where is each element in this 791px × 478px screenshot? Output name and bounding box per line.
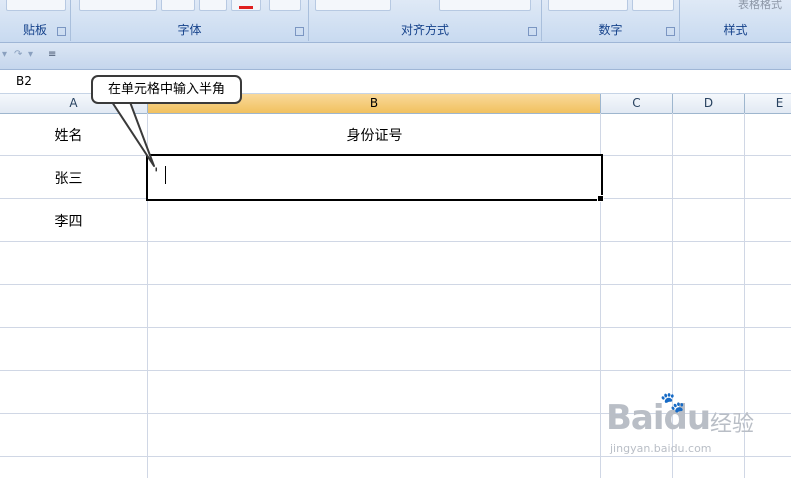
watermark-logo: Baidu xyxy=(606,398,711,438)
callout-pointer-shape xyxy=(111,101,155,167)
watermark-url: jingyan.baidu.com xyxy=(610,442,712,455)
baidu-jingyan-watermark: Baidu 🐾 经验 jingyan.baidu.com xyxy=(606,390,786,462)
paw-icon: 🐾 xyxy=(660,390,685,414)
watermark-cn: 经验 xyxy=(710,412,755,437)
annotation-callout: 在单元格中输入半角 xyxy=(91,75,242,104)
